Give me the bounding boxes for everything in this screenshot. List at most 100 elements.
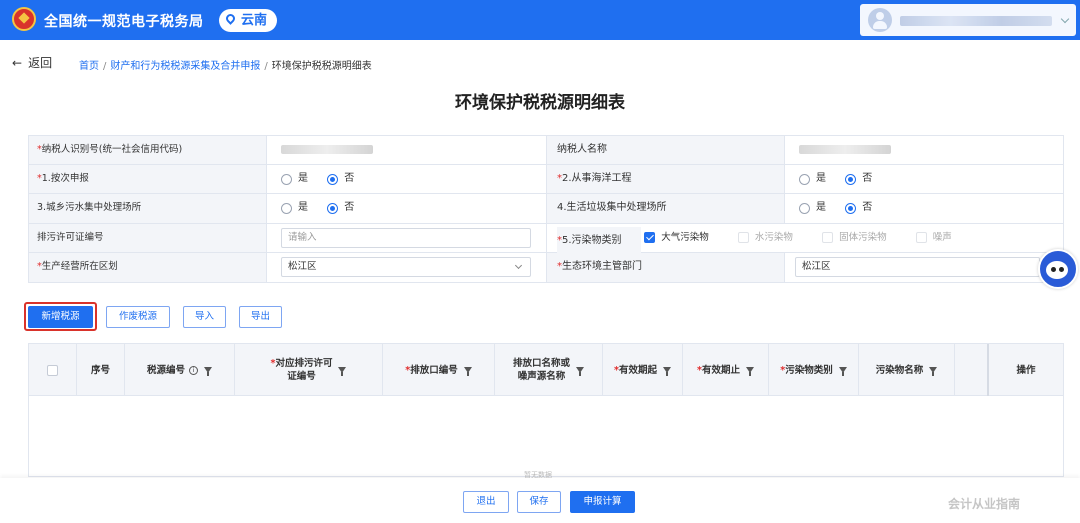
declare-calc-button[interactable]: 申报计算 bbox=[570, 491, 635, 513]
pollutant-solid[interactable]: 固体污染物 bbox=[822, 224, 887, 252]
user-menu[interactable] bbox=[860, 4, 1076, 36]
taxpayer-id-value bbox=[267, 136, 547, 165]
location-pin-icon bbox=[224, 12, 237, 25]
col-valid-from: * 有效期起 bbox=[603, 344, 683, 396]
user-name-redacted bbox=[900, 16, 1052, 26]
region-selector[interactable]: 云南 bbox=[219, 9, 278, 32]
district-label: *生产经营所在区划 bbox=[29, 252, 267, 282]
eco-dept-select[interactable]: 松江区 bbox=[795, 256, 1040, 277]
header-select-all[interactable] bbox=[29, 344, 77, 396]
export-button[interactable]: 导出 bbox=[239, 306, 282, 328]
save-button[interactable]: 保存 bbox=[517, 491, 561, 513]
per-filing-radios: 是 否 bbox=[267, 165, 547, 194]
breadcrumb-collection[interactable]: 财产和行为税税源采集及合并申报 bbox=[110, 61, 260, 72]
col-outlet: * 排放口编号 bbox=[383, 344, 495, 396]
radio-checked-icon bbox=[327, 202, 339, 214]
table-header: 序号 税源编号 i *对应排污许可 证编号 * 排放口编号 排放口名称或 噪声源名称 *… bbox=[29, 344, 1063, 396]
redacted-text bbox=[799, 144, 891, 154]
district-select[interactable]: 松江区 bbox=[281, 256, 531, 277]
col-pollutant-name: 污染物名称 bbox=[859, 344, 955, 396]
form-row: *生产经营所在区划 松江区 *生态环境主管部门 松江区 bbox=[29, 252, 1063, 282]
pollutant-noise[interactable]: 噪声 bbox=[915, 224, 952, 252]
radio-checked-icon bbox=[845, 173, 857, 185]
breadcrumb-home[interactable]: 首页 bbox=[79, 61, 99, 72]
info-icon[interactable]: i bbox=[189, 365, 198, 375]
sewage-label: 3.城乡污水集中处理场所 bbox=[29, 194, 267, 223]
eco-dept-cell: 松江区 bbox=[785, 253, 1063, 282]
filter-icon[interactable] bbox=[338, 367, 347, 376]
col-operation: 操作 bbox=[1016, 364, 1036, 376]
import-button[interactable]: 导入 bbox=[183, 306, 226, 328]
taxpayer-id-label: *纳税人识别号(统一社会信用代码) bbox=[29, 136, 267, 165]
per-filing-label: *1.按次申报 bbox=[29, 165, 267, 194]
checkbox-icon bbox=[915, 232, 927, 244]
marine-yes[interactable]: 是 bbox=[799, 165, 826, 193]
filter-icon[interactable] bbox=[463, 367, 472, 376]
sewage-yes[interactable]: 是 bbox=[281, 194, 308, 222]
site-brand[interactable]: 全国统一规范电子税务局 bbox=[44, 11, 204, 31]
marine-radios: 是 否 bbox=[785, 165, 1063, 193]
per-filing-yes[interactable]: 是 bbox=[281, 165, 308, 193]
top-header: 全国统一规范电子税务局 云南 bbox=[0, 0, 1080, 40]
filter-icon[interactable] bbox=[838, 367, 847, 376]
form-row: 3.城乡污水集中处理场所 是 否 4.生活垃圾集中处理场所 是 否 bbox=[29, 194, 1063, 224]
back-label: 返回 bbox=[28, 56, 53, 70]
pollutant-air[interactable]: 大气污染物 bbox=[644, 224, 709, 252]
watermark: 会计从业指南 bbox=[948, 497, 1021, 511]
avatar bbox=[868, 8, 892, 32]
pollutant-label: 5.污染物类别 bbox=[562, 235, 622, 247]
form-row: *1.按次申报 是 否 *2.从事海洋工程 是 否 bbox=[29, 165, 1063, 195]
chevron-down-icon bbox=[1060, 14, 1070, 24]
taxpayer-form: *纳税人识别号(统一社会信用代码) 纳税人名称 *1.按次申报 是 否 *2.从… bbox=[28, 135, 1064, 283]
region-label: 云南 bbox=[241, 13, 268, 28]
col-source-code: 税源编号 i bbox=[125, 344, 235, 396]
radio-icon bbox=[799, 173, 810, 185]
col-category: * 污染物类别 bbox=[769, 344, 859, 396]
form-row: *纳税人识别号(统一社会信用代码) 纳税人名称 bbox=[29, 136, 1063, 166]
pollutant-water[interactable]: 水污染物 bbox=[737, 224, 793, 252]
col-permit: *对应排污许可 证编号 bbox=[235, 344, 383, 396]
chevron-down-icon bbox=[514, 261, 523, 269]
filter-icon[interactable] bbox=[929, 367, 938, 376]
radio-icon bbox=[799, 202, 810, 214]
arrow-left-icon: ← bbox=[12, 56, 23, 70]
filter-icon[interactable] bbox=[204, 367, 212, 376]
garbage-no[interactable]: 否 bbox=[845, 194, 872, 222]
assistant-mascot-icon[interactable] bbox=[1036, 245, 1080, 293]
permit-input[interactable]: 请输入 bbox=[281, 227, 531, 248]
redacted-text bbox=[281, 144, 373, 154]
radio-icon bbox=[281, 202, 292, 214]
district-cell: 松江区 bbox=[267, 252, 547, 282]
sewage-radios: 是 否 bbox=[267, 194, 547, 223]
marine-no[interactable]: 否 bbox=[845, 165, 872, 193]
back-button[interactable]: ← 返回 bbox=[12, 54, 52, 71]
exit-button[interactable]: 退出 bbox=[463, 491, 509, 513]
breadcrumb-separator: / bbox=[103, 61, 107, 72]
eco-dept-label: *生态环境主管部门 bbox=[547, 252, 785, 282]
filter-icon[interactable] bbox=[576, 367, 584, 376]
filter-icon[interactable] bbox=[745, 367, 754, 376]
garbage-label: 4.生活垃圾集中处理场所 bbox=[547, 194, 785, 223]
permit-cell: 请输入 bbox=[267, 223, 547, 252]
checkbox-icon bbox=[822, 232, 834, 244]
per-filing-no[interactable]: 否 bbox=[327, 165, 354, 193]
taxpayer-name-value bbox=[785, 136, 1063, 164]
checkbox-checked-icon bbox=[644, 232, 656, 244]
breadcrumb: 首页 / 财产和行为税税源采集及合并申报 / 环境保护税税源明细表 bbox=[79, 57, 372, 72]
col-more bbox=[955, 344, 989, 396]
checkbox-icon bbox=[737, 232, 749, 244]
source-table: 序号 税源编号 i *对应排污许可 证编号 * 排放口编号 排放口名称或 噪声源名称 *… bbox=[28, 343, 1064, 479]
sewage-no[interactable]: 否 bbox=[327, 194, 354, 222]
filter-icon[interactable] bbox=[662, 367, 671, 376]
add-source-button[interactable]: 新增税源 bbox=[28, 306, 93, 328]
breadcrumb-separator: / bbox=[264, 61, 268, 72]
radio-icon bbox=[281, 173, 292, 185]
radio-checked-icon bbox=[327, 173, 339, 185]
tax-emblem-icon bbox=[12, 7, 36, 31]
garbage-yes[interactable]: 是 bbox=[799, 194, 826, 222]
col-seq: 序号 bbox=[77, 344, 125, 396]
void-source-button[interactable]: 作废税源 bbox=[106, 306, 170, 328]
permit-label: 排污许可证编号 bbox=[29, 223, 267, 252]
taxpayer-name-label: 纳税人名称 bbox=[547, 136, 785, 165]
pollutant-group: *5.污染物类别 大气污染物 水污染物 固体污染物 噪声 bbox=[547, 223, 1063, 256]
